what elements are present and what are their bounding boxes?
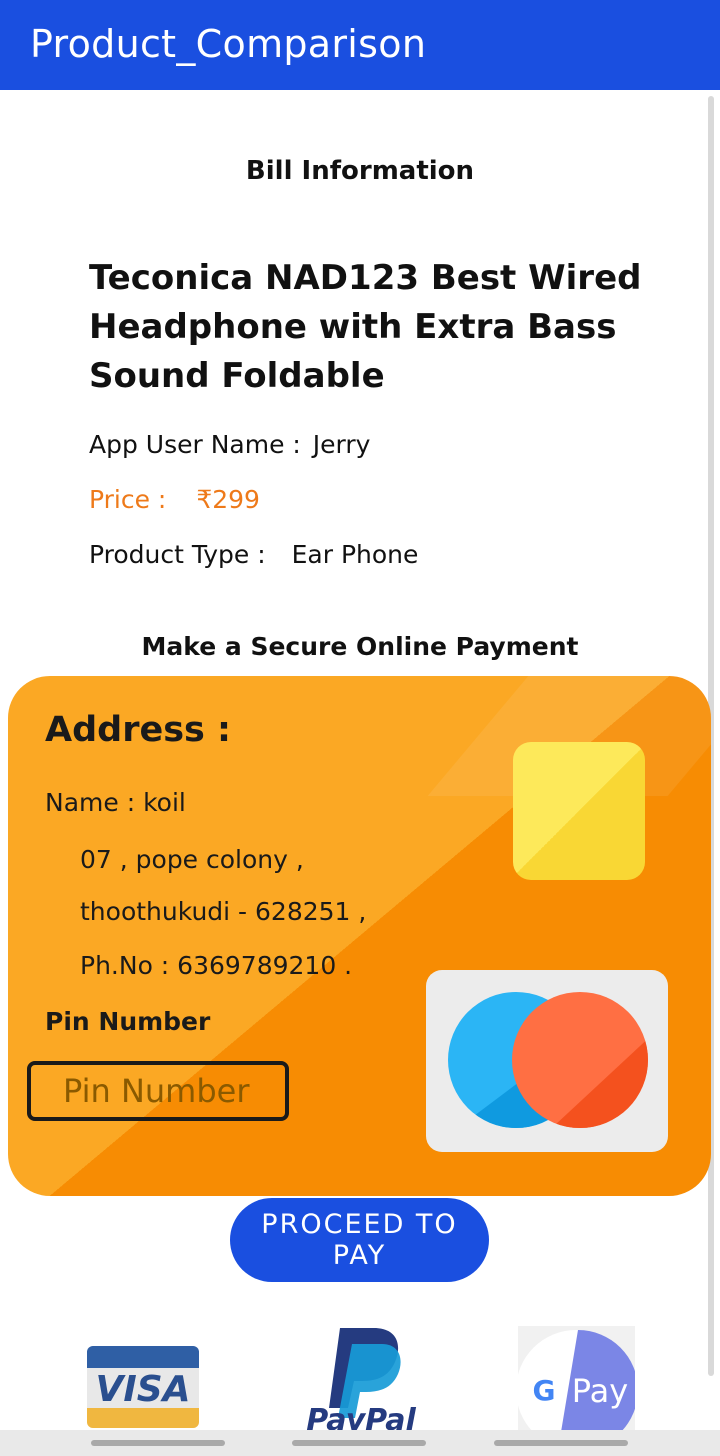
nav-indicator — [494, 1440, 628, 1446]
address-title: Address : — [45, 710, 232, 750]
visa-icon[interactable]: VISA — [84, 1326, 202, 1430]
address-phone: Ph.No : 6369789210 . — [80, 951, 353, 980]
app-title: Product_Comparison — [30, 22, 427, 66]
app-bar: Product_Comparison — [0, 0, 720, 90]
card-logo-icon — [426, 970, 668, 1152]
product-type-label: Product Type : — [89, 540, 266, 569]
visa-text: VISA — [95, 1369, 190, 1410]
payment-heading: Make a Secure Online Payment — [141, 632, 579, 661]
user-name-label: App User Name : — [89, 430, 301, 459]
address-name: Name : koil — [45, 788, 186, 817]
user-name-value: Jerry — [312, 430, 371, 459]
price-row: Price : ₹299 — [89, 485, 260, 514]
payment-card: Address : Name : koil 07 , pope colony ,… — [8, 676, 711, 1196]
pin-input[interactable] — [27, 1061, 289, 1121]
product-type-row: Product Type : Ear Phone — [89, 540, 418, 569]
address-city: thoothukudi - 628251 , — [80, 897, 367, 926]
pin-label: Pin Number — [45, 1007, 211, 1036]
product-type-value: Ear Phone — [291, 540, 419, 569]
nav-indicator — [91, 1440, 225, 1446]
paypal-text: PayPal — [306, 1403, 416, 1430]
address-street: 07 , pope colony , — [80, 845, 304, 874]
paypal-icon[interactable]: PayPal — [296, 1326, 426, 1438]
google-pay-icon[interactable]: G Pay — [518, 1326, 635, 1430]
user-name-row: App User Name : Jerry — [89, 430, 370, 459]
bill-heading: Bill Information — [245, 156, 475, 186]
gpay-text: Pay — [572, 1372, 628, 1410]
proceed-to-pay-button[interactable]: PROCEED TO PAY — [230, 1198, 489, 1282]
price-value: ₹299 — [196, 485, 260, 514]
nav-indicator — [292, 1440, 426, 1446]
google-g-text: G — [533, 1374, 556, 1407]
card-chip-icon — [513, 742, 645, 880]
price-label: Price : — [89, 485, 167, 514]
product-name: Teconica NAD123 Best Wired Headphone wit… — [89, 258, 642, 396]
